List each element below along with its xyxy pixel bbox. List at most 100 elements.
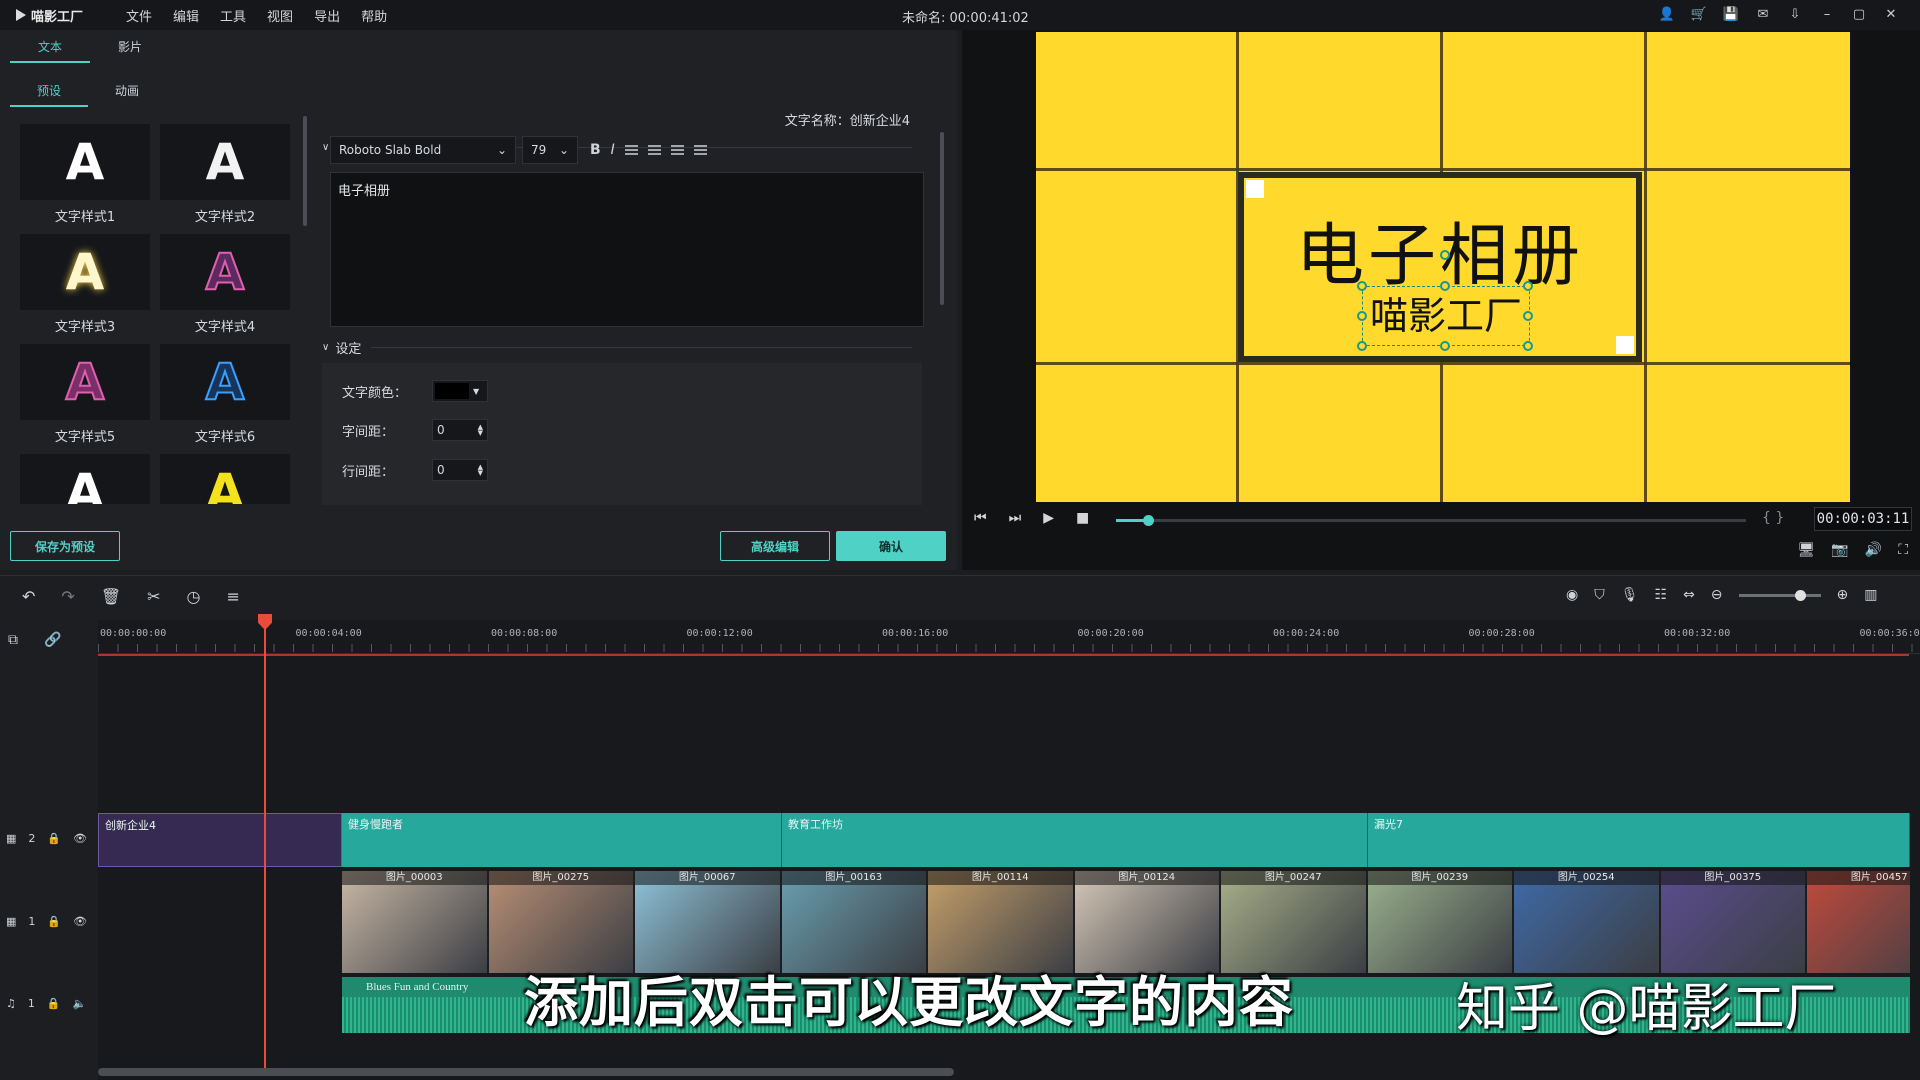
video-clip[interactable]: 图片_00003	[342, 871, 489, 973]
font-family-select[interactable]: Roboto Slab Bold ⌄	[330, 136, 516, 164]
text-color-picker[interactable]: ▼	[432, 380, 488, 402]
snapshot-icon[interactable]: 📷	[1831, 542, 1848, 558]
menu-export[interactable]: 导出	[314, 6, 340, 25]
mic-icon[interactable]: 🎙	[1621, 587, 1639, 603]
title-clip[interactable]: 健身慢跑者	[342, 813, 782, 867]
render-icon[interactable]: ◉	[1566, 587, 1578, 603]
step-back-icon[interactable]: ⏮	[974, 510, 987, 526]
preset-tile[interactable]: A	[160, 454, 290, 504]
font-size-select[interactable]: 79 ⌄	[522, 136, 578, 164]
fit-icon[interactable]: ⇔	[1683, 587, 1695, 603]
save-icon[interactable]: 💾	[1722, 5, 1740, 23]
menu-edit[interactable]: 编辑	[173, 6, 199, 25]
adjust-icon[interactable]: ≡	[227, 587, 240, 606]
mail-icon[interactable]: ✉	[1754, 5, 1772, 23]
zoom-knob[interactable]	[1794, 589, 1806, 601]
line-spacing-stepper[interactable]: 0 ▲ ▼	[432, 459, 488, 481]
delete-icon[interactable]: 🗑	[101, 587, 121, 606]
video-clip[interactable]: 图片_00457	[1807, 871, 1910, 973]
preset-tile[interactable]: A 文字样式1	[20, 124, 150, 225]
letter-spacing-stepper[interactable]: 0 ▲ ▼	[432, 419, 488, 441]
menu-file[interactable]: 文件	[126, 6, 152, 25]
minimize-icon[interactable]: –	[1818, 5, 1836, 23]
title-clip[interactable]: 教育工作坊	[782, 813, 1368, 867]
menu-view[interactable]: 视图	[267, 6, 293, 25]
align-right-icon[interactable]	[670, 145, 684, 155]
close-icon[interactable]: ✕	[1882, 5, 1900, 23]
resize-handle[interactable]	[1523, 311, 1533, 321]
layout-icon[interactable]: ▥	[1864, 587, 1877, 603]
download-icon[interactable]: ⇩	[1786, 5, 1804, 23]
time-ruler[interactable]: 00:00:00:00 00:00:04:00 00:00:08:00 00:00:1…	[98, 620, 1920, 654]
play-icon[interactable]: ▶	[1043, 510, 1054, 526]
save-preset-button[interactable]: 保存为预设	[10, 531, 120, 561]
align-center-icon[interactable]	[647, 145, 661, 155]
timeline-scrollbar[interactable]	[98, 1068, 954, 1076]
cart-icon[interactable]: 🛒	[1690, 5, 1708, 23]
resize-handle[interactable]	[1440, 281, 1450, 291]
preset-scrollbar[interactable]	[303, 116, 307, 226]
bold-icon[interactable]: B	[590, 142, 601, 158]
preset-tile[interactable]: A 文字样式6	[160, 344, 290, 445]
stepper-arrows-icon[interactable]: ▲ ▼	[478, 424, 483, 437]
menu-tools[interactable]: 工具	[220, 6, 246, 25]
resize-handle[interactable]	[1357, 341, 1367, 351]
eye-icon[interactable]: 👁	[73, 915, 87, 928]
preset-tile[interactable]: A 文字样式4	[160, 234, 290, 335]
zoom-in-icon[interactable]: ⊕	[1837, 587, 1849, 603]
speed-icon[interactable]: ◷	[187, 587, 201, 606]
zoom-out-icon[interactable]: ⊖	[1711, 587, 1723, 603]
tab-movie[interactable]: 影片	[90, 38, 170, 63]
playhead[interactable]	[264, 620, 266, 1070]
preview-sub-title[interactable]: 喵影工厂	[1362, 286, 1530, 346]
preset-tile[interactable]: A 文字样式5	[20, 344, 150, 445]
marker-icon[interactable]: ⛉	[1594, 587, 1605, 603]
redo-icon[interactable]: ↷	[61, 587, 74, 606]
tab-text[interactable]: 文本	[10, 38, 90, 63]
lock-icon[interactable]: 🔒	[47, 997, 61, 1010]
mixer-icon[interactable]: ☷	[1655, 587, 1668, 603]
lock-icon[interactable]: 🔒	[47, 832, 61, 845]
video-clip[interactable]: 图片_00239	[1367, 871, 1514, 973]
maximize-icon[interactable]: ▢	[1850, 5, 1868, 23]
cut-icon[interactable]: ✂	[147, 587, 160, 606]
italic-icon[interactable]: I	[611, 142, 615, 158]
align-justify-icon[interactable]	[693, 145, 707, 155]
stepper-arrows-icon[interactable]: ▲ ▼	[478, 464, 483, 477]
account-icon[interactable]: 👤	[1658, 5, 1676, 23]
fullscreen-icon[interactable]: ⛶	[1898, 542, 1908, 558]
speaker-icon[interactable]: 🔈	[73, 997, 87, 1010]
settings-section-header[interactable]: ∨ 设定	[322, 338, 912, 357]
link-icon[interactable]: 🔗	[44, 632, 61, 648]
menu-help[interactable]: 帮助	[361, 6, 387, 25]
mark-in-out-icon[interactable]: { }	[1762, 510, 1784, 526]
playback-progress[interactable]	[1116, 515, 1746, 526]
resize-handle[interactable]	[1357, 311, 1367, 321]
resize-handle[interactable]	[1523, 341, 1533, 351]
preset-tile[interactable]: A 文字样式2	[160, 124, 290, 225]
resize-handle[interactable]	[1357, 281, 1367, 291]
tab-animation[interactable]: 动画	[88, 82, 166, 107]
display-settings-icon[interactable]: 🖥	[1798, 542, 1816, 558]
eye-icon[interactable]: 👁	[73, 832, 87, 845]
resize-handle[interactable]	[1440, 341, 1450, 351]
video-clip[interactable]: 图片_00254	[1514, 871, 1661, 973]
text-content-input[interactable]: 电子相册	[330, 172, 924, 327]
resize-handle[interactable]	[1523, 281, 1533, 291]
undo-icon[interactable]: ↶	[22, 587, 35, 606]
stop-icon[interactable]: ■	[1076, 510, 1089, 526]
step-forward-icon[interactable]: ⏭	[1009, 510, 1022, 526]
preset-tile[interactable]: A 文字样式3	[20, 234, 150, 335]
move-handle[interactable]	[1440, 250, 1450, 260]
lock-icon[interactable]: 🔒	[47, 915, 61, 928]
preset-tile[interactable]: A	[20, 454, 150, 504]
preview-canvas[interactable]: 电子相册 喵影工厂	[1036, 32, 1850, 502]
zoom-slider[interactable]	[1738, 589, 1821, 601]
align-left-icon[interactable]	[624, 145, 638, 155]
tab-preset[interactable]: 预设	[10, 82, 88, 107]
advanced-edit-button[interactable]: 高级编辑	[720, 531, 830, 561]
confirm-button[interactable]: 确认	[836, 531, 946, 561]
title-clip[interactable]: 创新企业4	[98, 813, 342, 867]
add-track-icon[interactable]: ⧉	[8, 632, 18, 648]
properties-scrollbar[interactable]	[940, 132, 944, 305]
